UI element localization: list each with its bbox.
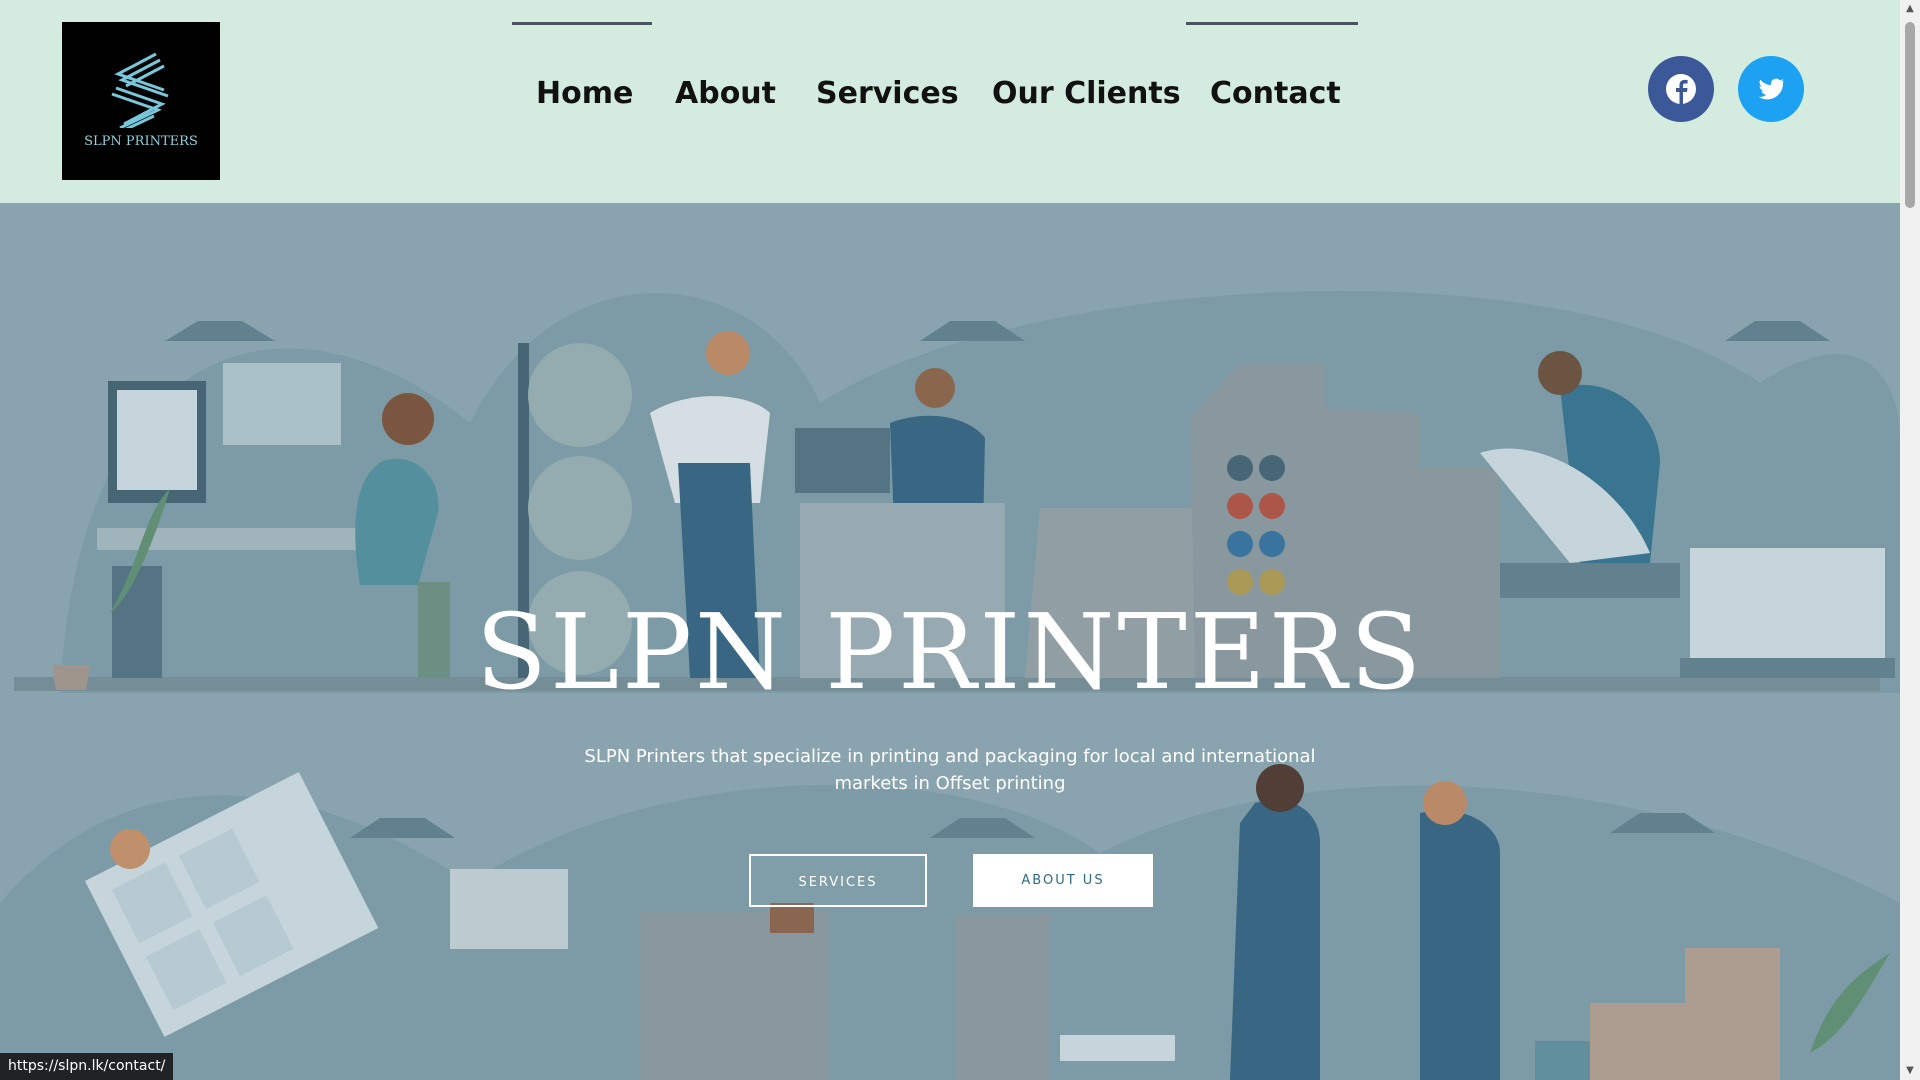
logo-text: SLPN PRINTERS: [84, 134, 198, 149]
services-button[interactable]: SERVICES: [749, 854, 927, 907]
nav-home-label: Home: [536, 76, 634, 111]
nav-our-clients[interactable]: Our Clients: [992, 60, 1181, 130]
nav-active-indicator-home: [512, 22, 652, 25]
nav-contact-label: Contact: [1210, 76, 1341, 111]
scroll-down-arrow-icon[interactable]: ▼: [1900, 1062, 1920, 1080]
page: SLPN PRINTERS Home About Services Our Cl…: [0, 0, 1900, 1080]
logo-mark-icon: [111, 52, 169, 128]
status-bar-url: https://slpn.lk/contact/: [0, 1053, 174, 1080]
about-us-button[interactable]: ABOUT US: [973, 854, 1153, 907]
hero-section: SLPN PRINTERS SLPN Printers that special…: [0, 203, 1900, 1080]
hero-subtitle: SLPN Printers that specialize in printin…: [584, 746, 1316, 794]
site-header: SLPN PRINTERS Home About Services Our Cl…: [0, 0, 1900, 203]
nav-about[interactable]: About: [675, 60, 776, 130]
twitter-link[interactable]: [1738, 56, 1804, 122]
site-logo[interactable]: SLPN PRINTERS: [62, 22, 220, 180]
nav-about-label: About: [675, 76, 777, 111]
facebook-link[interactable]: [1648, 56, 1714, 122]
nav-contact[interactable]: Contact: [1186, 22, 1358, 130]
scrollbar-thumb[interactable]: [1905, 22, 1915, 208]
nav-services-label: Services: [816, 76, 959, 111]
nav-our-clients-label: Our Clients: [992, 76, 1181, 111]
nav-home[interactable]: Home: [512, 22, 652, 130]
nav-services[interactable]: Services: [816, 60, 959, 130]
hero-title: SLPN PRINTERS: [475, 591, 1425, 713]
scroll-up-arrow-icon[interactable]: ▲: [1900, 0, 1920, 18]
main-navigation: Home About Services Our Clients Contact: [512, 22, 1358, 130]
vertical-scrollbar[interactable]: ▲ ▼: [1900, 0, 1920, 1080]
nav-active-indicator-contact: [1186, 22, 1358, 25]
twitter-icon: [1758, 78, 1784, 100]
facebook-icon: [1666, 74, 1696, 104]
